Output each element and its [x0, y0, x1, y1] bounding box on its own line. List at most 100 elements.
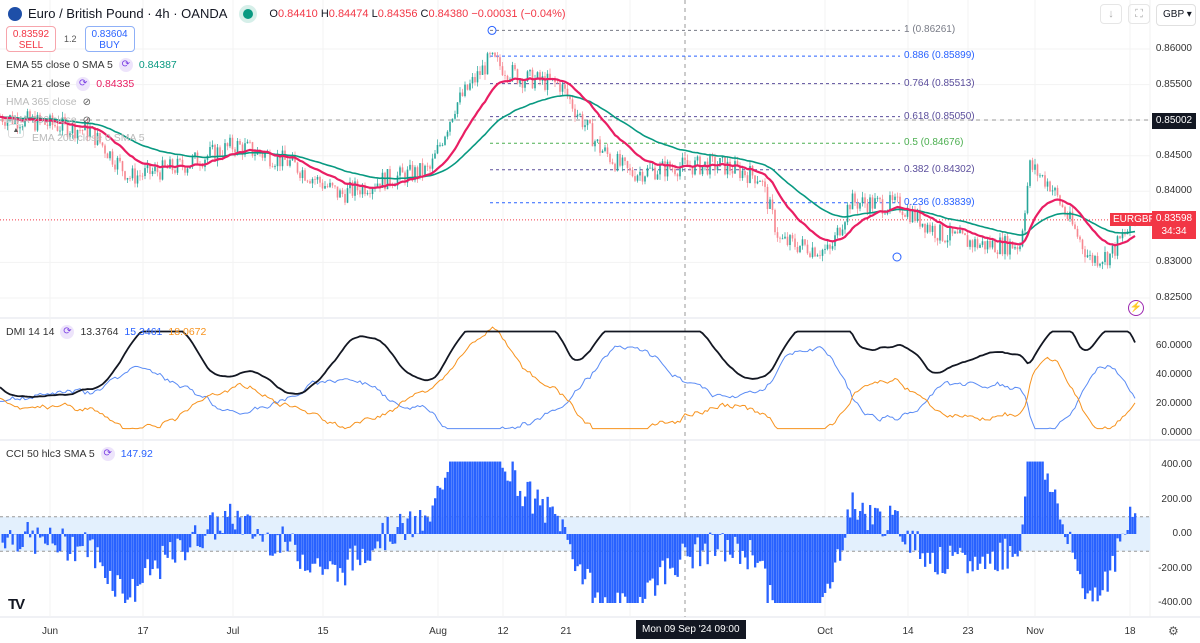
cci-bar [736, 534, 739, 544]
candle-body [299, 172, 301, 179]
candle-body [229, 137, 231, 147]
candle-body [186, 168, 189, 173]
cci-bar [779, 534, 782, 603]
cci-bar [866, 530, 869, 534]
cci-bar [966, 534, 969, 574]
candle-body [171, 159, 174, 171]
candle-body [841, 229, 844, 236]
cci-bar [1041, 461, 1044, 534]
cci-bar [269, 534, 272, 556]
time-axis-label: 21 [560, 626, 572, 637]
legend-ema21[interactable]: EMA 21 close ⟳ 0.84335 [6, 77, 134, 91]
cci-bar [559, 531, 562, 534]
legend-cci[interactable]: CCI 50 hlc3 SMA 5 ⟳ 147.92 [6, 447, 153, 461]
candle-body [124, 171, 126, 180]
cci-bar [636, 534, 639, 603]
cci-bar [119, 534, 122, 580]
cci-bar [976, 534, 979, 570]
sell-button[interactable]: 0.83592 SELL [6, 26, 56, 52]
cci-bar [1101, 534, 1104, 591]
cci-bar [656, 534, 659, 586]
candle-body [676, 174, 679, 177]
cci-bar [876, 508, 879, 534]
hidden-eye-icon[interactable]: ⊘ [83, 115, 91, 126]
refresh-icon: ⟳ [76, 77, 91, 91]
cci-bar [766, 534, 769, 603]
candle-body [741, 170, 744, 179]
candle-body [1046, 181, 1049, 187]
candle-body [941, 224, 944, 241]
cci-bar [161, 534, 164, 546]
symbol-title[interactable]: Euro / British Pound · 4h · OANDA [28, 6, 227, 21]
cci-bar [51, 534, 54, 544]
cci-bar [896, 511, 899, 534]
cci-bar [234, 529, 237, 534]
cci-bar [1044, 479, 1047, 534]
settings-gear-icon[interactable]: ⚙ [1168, 624, 1179, 638]
cci-bar [71, 534, 74, 537]
candle-body [826, 244, 829, 249]
cci-bar [151, 534, 154, 570]
cci-bar [864, 513, 867, 534]
fullscreen-icon[interactable]: ⛶ [1128, 4, 1150, 24]
candle-body [1069, 211, 1071, 219]
fib-level-label: 0.236 (0.83839) [904, 196, 975, 208]
candle-body [629, 167, 631, 170]
candle-body [901, 211, 904, 216]
cci-bar [544, 522, 547, 534]
cci-bar [129, 534, 132, 598]
candle-body [479, 71, 481, 75]
cci-bar [311, 534, 314, 564]
legend-ema55[interactable]: EMA 55 close 0 SMA 5 ⟳ 0.84387 [6, 58, 177, 72]
cci-bar [426, 517, 429, 534]
cci-bar [131, 534, 134, 579]
candle-body [969, 240, 971, 247]
legend-dmi[interactable]: DMI 14 14 ⟳ 13.3764 15.3461 18.0672 [6, 325, 206, 339]
cci-bar [69, 534, 72, 554]
candle-body [1106, 251, 1109, 266]
candle-body [504, 75, 506, 76]
candle-body [1124, 233, 1126, 235]
cci-bar [889, 505, 892, 534]
candle-body [1089, 254, 1091, 256]
arrow-down-icon[interactable]: ↓ [1100, 4, 1122, 24]
cci-bar [601, 534, 604, 603]
candle-body [781, 238, 784, 240]
candle-body [879, 197, 881, 200]
cci-bar [699, 534, 702, 567]
candle-body [649, 167, 651, 169]
candle-body [1091, 254, 1094, 263]
cci-bar [1104, 534, 1107, 572]
candle-body [1039, 175, 1041, 177]
cci-bar [839, 534, 842, 561]
buy-button[interactable]: 0.83604 BUY [84, 26, 135, 52]
candle-body [139, 175, 141, 177]
candle-body [424, 165, 426, 176]
legend-hma365[interactable]: HMA 365 close ⊘ [6, 96, 91, 108]
cci-bar [809, 534, 812, 603]
price-axis-label: 0.82500 [1155, 291, 1192, 303]
currency-select[interactable]: GBP ▾ [1156, 4, 1196, 26]
candle-body [434, 153, 436, 159]
candle-body [1006, 236, 1009, 255]
cci-bar [191, 531, 194, 534]
candle-body [126, 178, 129, 180]
cci-bar [304, 534, 307, 571]
cci-bar [111, 534, 114, 591]
candle-body [1066, 214, 1069, 219]
candle-body [654, 167, 656, 180]
cci-bar [94, 534, 97, 569]
cci-bar [731, 534, 734, 558]
tradingview-logo[interactable]: TV [8, 596, 25, 613]
hidden-eye-icon[interactable]: ⊘ [83, 97, 91, 108]
chart-canvas[interactable] [0, 0, 1200, 643]
legend-ema200[interactable]: EMA 200 close 0 SMA 5 [32, 132, 145, 144]
candle-body [594, 141, 596, 147]
candle-body [219, 147, 221, 156]
collapse-legend-icon[interactable]: ▲ [8, 124, 24, 138]
candle-body [1121, 233, 1124, 239]
lightning-icon[interactable]: ⚡ [1128, 300, 1144, 316]
cci-bar [89, 534, 92, 541]
cci-bar [994, 534, 997, 570]
candle-body [286, 159, 289, 166]
